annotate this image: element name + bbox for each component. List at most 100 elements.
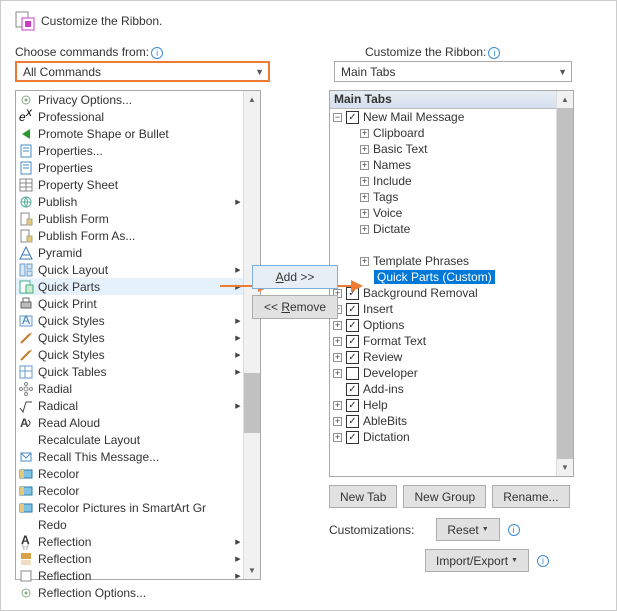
command-item[interactable]: Properties... xyxy=(16,142,243,159)
checkbox[interactable]: ✓ xyxy=(346,319,359,332)
customize-ribbon-dropdown[interactable]: Main Tabs ▼ xyxy=(334,61,572,82)
command-item[interactable]: Promote Shape or Bullet xyxy=(16,125,243,142)
command-item[interactable]: Quick Styles▶ xyxy=(16,346,243,363)
tree-node-label[interactable]: Dictate xyxy=(373,222,410,236)
new-tab-button[interactable]: New Tab xyxy=(329,485,397,508)
expander-icon[interactable]: − xyxy=(333,113,342,122)
tree-node-selected[interactable]: Quick Parts (Custom) xyxy=(374,270,495,284)
tree-node-label[interactable]: Voice xyxy=(373,206,402,220)
checkbox[interactable]: ✓ xyxy=(346,303,359,316)
command-item[interactable]: Property Sheet xyxy=(16,176,243,193)
choose-commands-dropdown[interactable]: All Commands ▼ xyxy=(15,61,270,82)
checkbox[interactable] xyxy=(346,367,359,380)
scroll-up-button[interactable]: ▲ xyxy=(557,91,573,108)
scrollbar[interactable]: ▲ ▼ xyxy=(243,91,260,579)
expander-icon[interactable]: + xyxy=(333,321,342,330)
checkbox[interactable]: ✓ xyxy=(346,383,359,396)
commands-listbox[interactable]: Privacy Options...exProfessionalPromote … xyxy=(15,90,261,580)
command-item[interactable]: Recolor xyxy=(16,465,243,482)
command-item[interactable]: exProfessional xyxy=(16,108,243,125)
command-item[interactable]: Pyramid xyxy=(16,244,243,261)
expander-icon[interactable]: + xyxy=(360,161,369,170)
tree-node-label[interactable]: Insert xyxy=(363,302,393,316)
command-item[interactable]: Privacy Options... xyxy=(16,91,243,108)
checkbox[interactable]: ✓ xyxy=(346,415,359,428)
expander-icon[interactable]: + xyxy=(333,337,342,346)
command-item[interactable]: Publish Form xyxy=(16,210,243,227)
tree-node-label[interactable]: Clipboard xyxy=(373,126,424,140)
tree-node-label[interactable]: Format Text xyxy=(363,334,426,348)
command-item[interactable]: Publish▶ xyxy=(16,193,243,210)
checkbox[interactable]: ✓ xyxy=(346,111,359,124)
tree-node-label[interactable]: Tags xyxy=(373,190,398,204)
expander-icon[interactable]: + xyxy=(333,353,342,362)
command-item[interactable]: Recolor Pictures in SmartArt Gr xyxy=(16,499,243,516)
expander-icon[interactable]: + xyxy=(333,417,342,426)
expander-icon[interactable]: + xyxy=(360,209,369,218)
tree-node-label[interactable]: Add-ins xyxy=(363,382,404,396)
scroll-down-button[interactable]: ▼ xyxy=(557,459,573,476)
tree-node-label[interactable]: Dictation xyxy=(363,430,410,444)
tree-node-label[interactable]: AbleBits xyxy=(363,414,407,428)
scrollbar[interactable]: ▲ ▼ xyxy=(556,91,573,476)
checkbox[interactable]: ✓ xyxy=(346,431,359,444)
command-item[interactable]: Properties xyxy=(16,159,243,176)
scroll-thumb[interactable] xyxy=(557,108,573,459)
new-group-button[interactable]: New Group xyxy=(403,485,486,508)
command-item[interactable]: Publish Form As... xyxy=(16,227,243,244)
expander-icon[interactable]: + xyxy=(360,193,369,202)
tree-node-label[interactable]: Names xyxy=(373,158,411,172)
command-item[interactable]: AQuick Styles▶ xyxy=(16,312,243,329)
checkbox[interactable]: ✓ xyxy=(346,399,359,412)
command-item[interactable]: Radical▶ xyxy=(16,397,243,414)
scroll-up-button[interactable]: ▲ xyxy=(244,91,260,108)
import-export-dropdown-button[interactable]: Import/Export▼ xyxy=(425,549,529,572)
command-item[interactable]: Quick Layout▶ xyxy=(16,261,243,278)
command-item[interactable]: Reflection Options... xyxy=(16,584,243,601)
expander-icon[interactable]: + xyxy=(333,369,342,378)
command-item[interactable]: Recalculate Layout xyxy=(16,431,243,448)
command-item[interactable]: Quick Styles▶ xyxy=(16,329,243,346)
tree-node-label[interactable]: Include xyxy=(373,174,412,188)
info-icon[interactable]: i xyxy=(151,47,163,59)
info-icon[interactable]: i xyxy=(508,524,520,536)
tree-node-label[interactable]: Template Phrases xyxy=(373,254,469,268)
info-icon[interactable]: i xyxy=(537,555,549,567)
tree-node-label[interactable]: Background Removal xyxy=(363,286,478,300)
command-item[interactable]: Reflection▶ xyxy=(16,567,243,584)
command-item[interactable]: ARead Aloud xyxy=(16,414,243,431)
checkbox[interactable]: ✓ xyxy=(346,351,359,364)
checkbox[interactable]: ✓ xyxy=(346,287,359,300)
command-item[interactable]: Radial xyxy=(16,380,243,397)
expander-icon[interactable]: + xyxy=(333,401,342,410)
expander-icon[interactable]: + xyxy=(360,129,369,138)
scroll-down-button[interactable]: ▼ xyxy=(244,562,260,579)
tree-node-label[interactable]: New Mail Message xyxy=(363,110,464,124)
checkbox[interactable]: ✓ xyxy=(346,335,359,348)
tree-node-label[interactable]: Help xyxy=(363,398,388,412)
command-item[interactable]: Quick Tables▶ xyxy=(16,363,243,380)
tree-node-label[interactable]: Review xyxy=(363,350,402,364)
command-item[interactable]: Recall This Message... xyxy=(16,448,243,465)
expander-icon[interactable]: + xyxy=(360,257,369,266)
expander-icon[interactable]: + xyxy=(360,177,369,186)
reset-dropdown-button[interactable]: Reset▼ xyxy=(436,518,499,541)
command-item[interactable]: Recolor xyxy=(16,482,243,499)
command-item[interactable]: Quick Parts▶ xyxy=(16,278,243,295)
rename-button[interactable]: Rename... xyxy=(492,485,569,508)
expander-icon[interactable]: + xyxy=(360,225,369,234)
info-icon[interactable]: i xyxy=(488,47,500,59)
tree-node-label[interactable]: Basic Text xyxy=(373,142,427,156)
command-item[interactable]: AAReflection▶ xyxy=(16,533,243,550)
command-item[interactable]: Redo xyxy=(16,516,243,533)
command-item[interactable]: Quick Print xyxy=(16,295,243,312)
expander-icon[interactable]: + xyxy=(333,433,342,442)
remove-button[interactable]: << Remove xyxy=(252,295,338,319)
tree-node-label[interactable]: Developer xyxy=(363,366,418,380)
ribbon-tree[interactable]: Main Tabs−✓New Mail Message+Clipboard+Ba… xyxy=(329,90,574,477)
command-item[interactable]: Reflection▶ xyxy=(16,550,243,567)
add-button[interactable]: Add >> xyxy=(252,265,338,289)
scroll-thumb[interactable] xyxy=(244,373,260,433)
tree-node-label[interactable]: Options xyxy=(363,318,404,332)
expander-icon[interactable]: + xyxy=(360,145,369,154)
